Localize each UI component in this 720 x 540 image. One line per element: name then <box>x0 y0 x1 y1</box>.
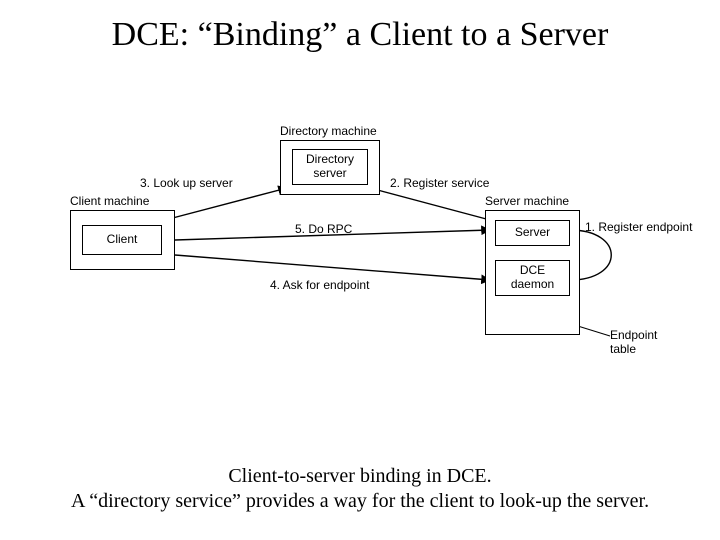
client-machine-label: Client machine <box>70 194 149 208</box>
client-box-label: Client <box>107 233 138 247</box>
server-machine-label: Server machine <box>485 194 569 208</box>
caption: Client-to-server binding in DCE. A “dire… <box>0 464 720 514</box>
step-4-label: 4. Ask for endpoint <box>270 278 369 292</box>
directory-machine-label: Directory machine <box>280 124 377 138</box>
dce-daemon-box: DCE daemon <box>495 260 570 296</box>
arrow-step-4 <box>175 255 490 280</box>
directory-server-box: Directory server <box>292 149 368 185</box>
step-5-label: 5. Do RPC <box>295 222 352 236</box>
page-title: DCE: “Binding” a Client to a Server <box>0 16 720 54</box>
directory-server-box-label: Directory server <box>306 153 354 181</box>
arrow-step-2 <box>370 188 490 220</box>
caption-line-1: Client-to-server binding in DCE. <box>228 465 491 487</box>
caption-line-2: A “directory service” provides a way for… <box>71 490 649 512</box>
server-box-label: Server <box>515 226 550 240</box>
dce-daemon-box-label: DCE daemon <box>511 264 554 292</box>
step-2-label: 2. Register service <box>390 176 489 190</box>
slide: DCE: “Binding” a Client to a Server <box>0 0 720 540</box>
arrow-step-3 <box>165 188 287 220</box>
client-box: Client <box>82 225 162 255</box>
endpoint-table-label: Endpoint table <box>610 328 657 356</box>
step-3-label: 3. Look up server <box>140 176 233 190</box>
server-box: Server <box>495 220 570 246</box>
step-1-label: 1. Register endpoint <box>585 220 692 234</box>
binding-diagram: Client machine Client Directory machine … <box>70 130 675 390</box>
